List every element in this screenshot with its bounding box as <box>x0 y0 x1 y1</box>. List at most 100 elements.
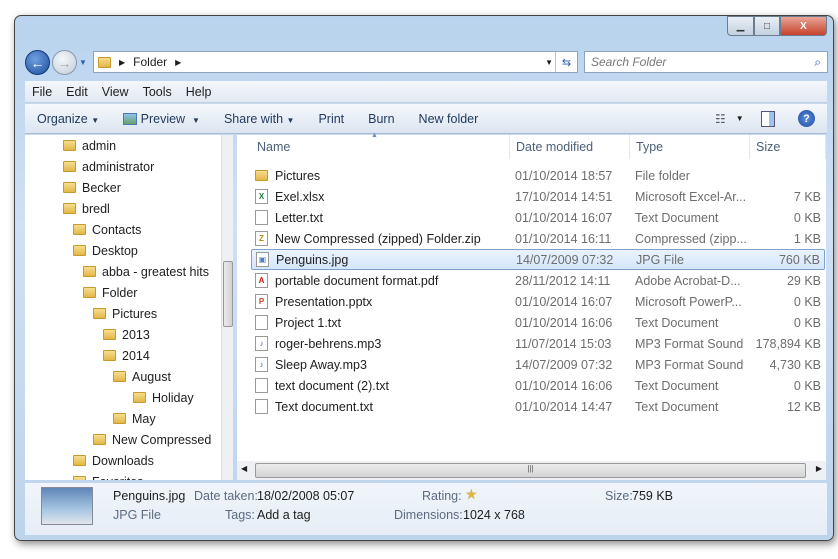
folder-icon <box>93 308 106 319</box>
image-file-icon: ▣ <box>256 252 269 267</box>
text-file-icon <box>255 210 268 225</box>
tree-item[interactable]: Becker <box>63 177 121 198</box>
breadcrumb-arrow-icon[interactable]: ▶ <box>175 58 181 67</box>
help-icon[interactable]: ? <box>798 110 815 127</box>
menu-edit[interactable]: Edit <box>59 85 95 99</box>
change-view-button[interactable]: ☷ ▼ <box>715 112 744 126</box>
file-date: 01/10/2014 16:06 <box>515 378 613 393</box>
file-row[interactable]: Z New Compressed (zipped) Folder.zip 01/10… <box>251 228 825 249</box>
folder-icon <box>83 266 96 277</box>
file-size: 0 KB <box>793 315 821 330</box>
menu-tools[interactable]: Tools <box>136 85 179 99</box>
file-row[interactable]: ♪ Sleep Away.mp3 14/07/2009 07:32 MP3 Forma… <box>251 354 825 375</box>
search-icon[interactable]: ⌕ <box>814 55 821 70</box>
file-name: portable document format.pdf <box>275 273 439 288</box>
file-type: Text Document <box>635 210 719 225</box>
tree-item[interactable]: bredl <box>63 198 110 219</box>
tree-item[interactable]: abba - greatest hits <box>83 261 209 282</box>
burn-button[interactable]: Burn <box>356 112 406 126</box>
file-date: 01/10/2014 16:06 <box>515 315 613 330</box>
star-icon[interactable]: ☆ <box>465 486 479 503</box>
menu-help[interactable]: Help <box>179 85 219 99</box>
tree-item[interactable]: administrator <box>63 156 154 177</box>
file-row[interactable]: Project 1.txt 01/10/2014 16:06 Text Docume… <box>251 312 825 333</box>
tree-item[interactable]: Pictures <box>93 303 157 324</box>
file-row[interactable]: Text document.txt 01/10/2014 14:47 Text Do… <box>251 396 825 417</box>
file-row[interactable]: X Exel.xlsx 17/10/2014 14:51 Microsoft Exce… <box>251 186 825 207</box>
menu-view[interactable]: View <box>95 85 136 99</box>
refresh-icon[interactable]: ⇆ <box>555 52 577 72</box>
file-row[interactable]: Pictures 01/10/2014 18:57 File folder <box>251 165 825 186</box>
tree-item[interactable]: admin <box>63 135 116 156</box>
back-button[interactable]: ← <box>25 50 50 75</box>
file-date: 01/10/2014 16:07 <box>515 210 613 225</box>
file-date: 14/07/2009 07:32 <box>515 357 613 372</box>
close-button[interactable]: X <box>780 16 827 36</box>
file-type: Text Document <box>635 399 719 414</box>
file-date: 11/07/2014 15:03 <box>515 336 612 351</box>
file-date: 01/10/2014 18:57 <box>515 168 613 183</box>
tree-item[interactable]: New Compressed <box>93 429 211 450</box>
column-header-size[interactable]: Size <box>750 135 826 159</box>
navigation-scrollbar[interactable] <box>221 135 233 480</box>
tree-item[interactable]: Contacts <box>73 219 141 240</box>
search-placeholder: Search Folder <box>591 55 667 69</box>
tree-item[interactable]: May <box>113 408 156 429</box>
detail-filename: Penguins.jpg <box>113 489 186 503</box>
recent-pages-dropdown[interactable]: ▼ <box>79 58 87 67</box>
column-header-type[interactable]: Type <box>630 135 750 159</box>
explorer-window: ▁ □ X ← → ▼ ▶ Folder ▶ ▼ ⇆ Search Folder… <box>14 15 834 541</box>
size-label: Size: <box>605 489 633 503</box>
tree-item[interactable]: Folder <box>83 282 137 303</box>
tree-item[interactable]: 2013 <box>103 324 150 345</box>
folder-icon <box>255 170 268 181</box>
tags-input[interactable]: Add a tag <box>257 508 311 522</box>
minimize-button[interactable]: ▁ <box>727 16 754 36</box>
file-row[interactable]: ♪ roger-behrens.mp3 11/07/2014 15:03 MP3 Fo… <box>251 333 825 354</box>
tree-item[interactable]: Favorites <box>73 471 143 480</box>
folder-icon <box>93 434 106 445</box>
file-row[interactable]: Letter.txt 01/10/2014 16:07 Text Document 0… <box>251 207 825 228</box>
tree-item-label: Contacts <box>92 222 142 237</box>
file-row[interactable]: text document (2).txt 01/10/2014 16:06 Tex… <box>251 375 825 396</box>
breadcrumb-arrow-icon[interactable]: ▶ <box>119 58 125 67</box>
command-bar: Organize ▼ Preview ▼ Share with ▼ Print … <box>25 104 827 134</box>
preview-button[interactable]: Preview ▼ <box>111 112 212 126</box>
tree-item[interactable]: Holiday <box>133 387 194 408</box>
column-header-name[interactable]: Name ▲ <box>251 132 510 159</box>
file-size: 12 KB <box>786 399 821 414</box>
tree-item-label: abba - greatest hits <box>102 264 210 279</box>
tree-item[interactable]: August <box>113 366 171 387</box>
file-size: 760 KB <box>778 252 820 267</box>
file-size: 0 KB <box>793 294 821 309</box>
tree-item[interactable]: Downloads <box>73 450 154 471</box>
menu-file[interactable]: File <box>25 85 59 99</box>
column-header-date[interactable]: Date modified <box>510 135 630 159</box>
forward-button[interactable]: → <box>52 50 77 75</box>
file-name: Pictures <box>275 168 321 183</box>
maximize-button[interactable]: □ <box>754 16 780 36</box>
file-name: Project 1.txt <box>275 315 341 330</box>
tree-item[interactable]: Desktop <box>73 240 138 261</box>
preview-pane-icon[interactable] <box>761 110 775 127</box>
file-name: roger-behrens.mp3 <box>275 336 382 351</box>
view-list-icon: ☷ <box>715 111 726 126</box>
folder-icon <box>98 56 111 68</box>
address-dropdown-icon[interactable]: ▼ <box>545 58 553 67</box>
breadcrumb-folder[interactable]: Folder <box>133 55 167 69</box>
file-date: 01/10/2014 16:07 <box>515 294 613 309</box>
file-row[interactable]: Aportable document format.pdf 28/11/2012 … <box>251 270 825 291</box>
music-file-icon: ♪ <box>255 336 268 351</box>
file-row[interactable]: ▣ Penguins.jpg 14/07/2009 07:32 JPG File 760… <box>251 249 825 270</box>
horizontal-scrollbar[interactable]: ◀ ||| ▶ <box>237 461 826 480</box>
search-input[interactable]: Search Folder ⌕ <box>584 51 828 73</box>
new-folder-button[interactable]: New folder <box>407 112 491 126</box>
folder-icon <box>63 182 76 193</box>
organize-button[interactable]: Organize ▼ <box>25 112 111 126</box>
file-row[interactable]: P Presentation.pptx 01/10/2014 16:07 Micros… <box>251 291 825 312</box>
print-button[interactable]: Print <box>306 112 356 126</box>
file-date: 01/10/2014 14:47 <box>515 399 613 414</box>
share-with-button[interactable]: Share with ▼ <box>212 112 306 126</box>
tree-item[interactable]: 2014 <box>103 345 150 366</box>
address-bar[interactable]: ▶ Folder ▶ ▼ ⇆ <box>93 51 578 73</box>
